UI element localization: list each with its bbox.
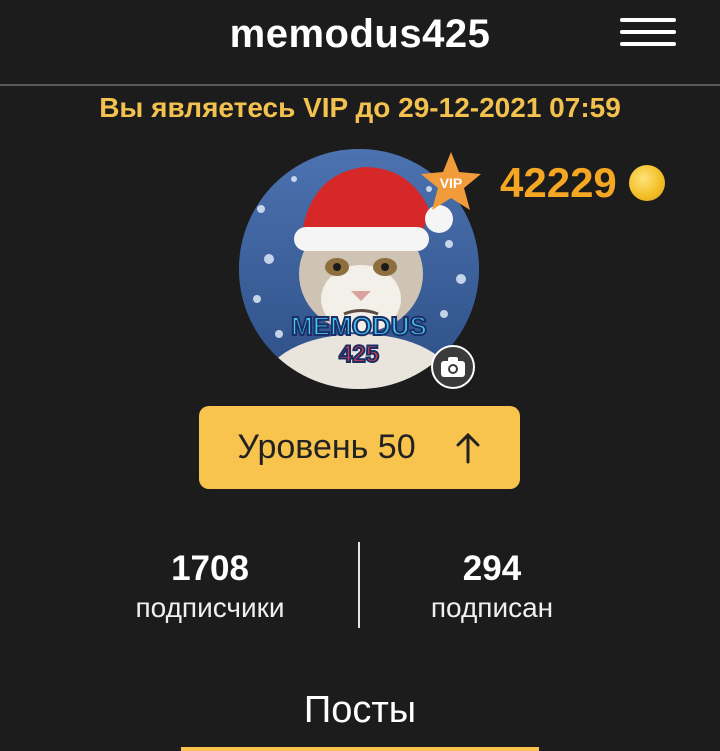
- vip-star-badge: VIP: [419, 150, 483, 214]
- followers-count: 1708: [171, 549, 249, 588]
- level-button[interactable]: Уровень 50: [199, 406, 520, 489]
- followers-label: подписчики: [135, 592, 285, 623]
- following-label: подписан: [430, 592, 554, 623]
- followers-stat[interactable]: 1708 подписчики: [80, 548, 340, 626]
- following-count: 294: [462, 549, 522, 588]
- tab-active-indicator: [181, 747, 539, 751]
- tab-posts-label: Посты: [303, 689, 417, 731]
- coin-balance: 42229: [500, 158, 665, 208]
- profile-username: memodus425: [229, 12, 491, 56]
- level-label: Уровень 50: [237, 428, 416, 466]
- avatar-logo-number: 425: [339, 341, 379, 368]
- vip-status-text: Вы являетесь VIP до 29-12-2021 07:59: [99, 92, 621, 123]
- stats-divider: [358, 542, 360, 628]
- tab-posts[interactable]: Посты: [181, 684, 539, 751]
- app-header: memodus425: [0, 0, 720, 86]
- vip-badge-text: VIP: [440, 175, 463, 191]
- hamburger-menu-icon[interactable]: [620, 16, 678, 48]
- arrow-up-icon: [456, 432, 480, 463]
- coin-icon: [628, 165, 665, 201]
- following-stat[interactable]: 294 подписан: [362, 548, 622, 626]
- coin-count: 42229: [500, 159, 617, 206]
- camera-icon[interactable]: [431, 345, 475, 389]
- avatar-logo-text: MEMODUS: [291, 311, 427, 341]
